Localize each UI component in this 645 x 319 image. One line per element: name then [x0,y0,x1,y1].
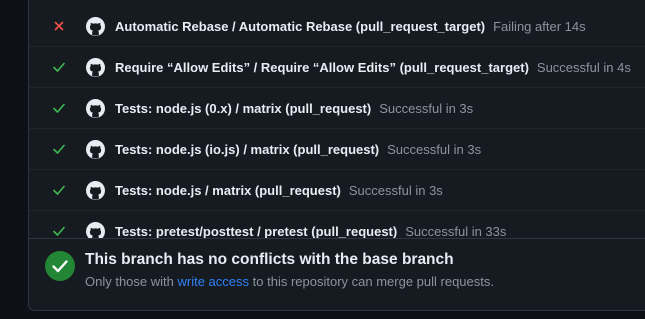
write-access-link[interactable]: write access [178,274,250,289]
check-result: Successful in 33s [405,224,507,238]
check-name[interactable]: Tests: pretest/posttest / pretest (pull_… [115,224,397,238]
check-name[interactable]: Automatic Rebase / Automatic Rebase (pul… [115,19,485,34]
merge-status-description: Only those with write access to this rep… [85,274,494,289]
check-result: Successful in 3s [379,101,474,116]
checks-list: Automatic Rebase / Automatic Rebase (pul… [29,0,645,238]
github-icon [86,181,105,200]
check-name[interactable]: Tests: node.js / matrix (pull_request) [115,183,341,198]
check-icon [53,144,65,154]
check-result: Successful in 3s [387,142,482,157]
check-row[interactable]: Automatic Rebase / Automatic Rebase (pul… [29,6,645,47]
check-icon [53,103,65,113]
check-text: Tests: node.js / matrix (pull_request) Su… [115,182,443,199]
check-icon [53,185,65,195]
check-icon [53,62,65,72]
github-icon [86,58,105,77]
check-name[interactable]: Require “Allow Edits” / Require “Allow E… [115,60,529,75]
check-circle-icon [45,251,75,281]
merge-status-title: This branch has no conflicts with the ba… [85,251,454,268]
check-result: Successful in 4s [536,60,631,75]
merge-box-frame: Automatic Rebase / Automatic Rebase (pul… [0,0,645,319]
check-text: Automatic Rebase / Automatic Rebase (pul… [115,18,586,35]
check-row[interactable]: Tests: pretest/posttest / pretest (pull_… [29,211,645,238]
check-text: Tests: pretest/posttest / pretest (pull_… [115,223,506,238]
check-result: Failing after 14s [493,19,586,34]
check-row[interactable]: Tests: node.js (io.js) / matrix (pull_re… [29,129,645,170]
check-result: Successful in 3s [348,183,443,198]
github-icon [86,222,105,238]
github-icon [86,140,105,159]
check-row[interactable]: Tests: node.js / matrix (pull_request) Su… [29,170,645,211]
merge-status-section: This branch has no conflicts with the ba… [29,238,645,310]
check-name[interactable]: Tests: node.js (0.x) / matrix (pull_requ… [115,101,371,116]
merge-desc-suffix: to this repository can merge pull reques… [249,274,494,289]
github-icon [86,17,105,36]
merge-desc-prefix: Only those with [85,274,178,289]
check-icon [53,226,65,236]
check-row[interactable]: Tests: node.js (0.x) / matrix (pull_requ… [29,88,645,129]
merge-box: Automatic Rebase / Automatic Rebase (pul… [28,0,645,311]
check-row[interactable]: Require “Allow Edits” / Require “Allow E… [29,47,645,88]
github-icon [86,99,105,118]
check-text: Tests: node.js (io.js) / matrix (pull_re… [115,141,481,158]
x-icon [54,21,64,31]
check-name[interactable]: Tests: node.js (io.js) / matrix (pull_re… [115,142,379,157]
check-text: Require “Allow Edits” / Require “Allow E… [115,59,631,76]
check-text: Tests: node.js (0.x) / matrix (pull_requ… [115,100,473,117]
